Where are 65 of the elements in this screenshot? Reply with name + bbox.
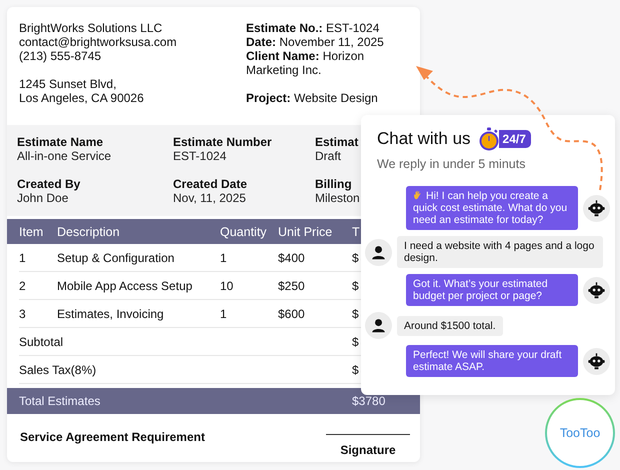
bot-message: Got it. What’s your estimated budget per project or page? bbox=[406, 274, 578, 306]
field-label: Created Date bbox=[173, 177, 248, 191]
estimate-info: Client Name: Horizon Marketing Inc. bbox=[246, 49, 366, 77]
field-value: Mileston bbox=[315, 191, 360, 205]
availability-badge: 24/7 bbox=[498, 130, 531, 148]
table-cell: $ bbox=[352, 250, 359, 264]
table-cell: 1 bbox=[220, 306, 227, 320]
table-cell: 1 bbox=[19, 250, 26, 264]
field-label: Estimat bbox=[315, 135, 358, 149]
bot-message: Hi! I can help you create a quick cost estimate. What do you need an estimate for today? bbox=[406, 186, 578, 230]
summary-label: Subtotal bbox=[19, 334, 64, 348]
company-info: contact@brightworksusa.com bbox=[19, 35, 178, 49]
person-avatar-icon bbox=[365, 238, 392, 266]
field-value: Nov, 11, 2025 bbox=[173, 191, 246, 205]
column-header: T bbox=[352, 224, 360, 238]
field-value: All-in-one Service bbox=[17, 149, 112, 163]
table-cell: 3 bbox=[19, 306, 26, 320]
summary-label: Sales Tax(8%) bbox=[19, 362, 96, 376]
summary-value: $ bbox=[352, 362, 359, 376]
column-header: Description bbox=[57, 224, 120, 238]
user-message: I need a website with 4 pages and a logo design. bbox=[397, 236, 603, 268]
company-address: Los Angeles, CA 90026 bbox=[19, 91, 145, 105]
waving-hand-icon bbox=[413, 190, 423, 200]
person-avatar-icon bbox=[365, 312, 392, 339]
chat-subtitle: We reply in under 5 minuts bbox=[376, 157, 526, 171]
field-label: Billing bbox=[315, 177, 352, 191]
chat-title: Chat with us bbox=[377, 129, 471, 149]
estimate-info: Estimate No.: EST-1024 bbox=[246, 21, 380, 35]
company-info: BrightWorks Solutions LLC bbox=[19, 21, 164, 35]
requirement-title: Service Agreement Requirement bbox=[20, 430, 205, 446]
table-cell: $600 bbox=[278, 306, 305, 320]
table-cell: $400 bbox=[278, 250, 305, 264]
table-cell: 2 bbox=[19, 278, 26, 292]
field-value: John Doe bbox=[17, 191, 68, 205]
field-label: Estimate Name bbox=[17, 135, 104, 149]
bot-message: Perfect! We will share your draft estimate ASAP. bbox=[406, 345, 578, 377]
company-info: (213) 555-8745 bbox=[19, 49, 102, 63]
table-cell: $250 bbox=[278, 278, 305, 292]
user-message: Around $1500 total. bbox=[397, 316, 503, 336]
signature-label: Signature bbox=[340, 443, 396, 457]
robot-avatar-icon bbox=[583, 194, 610, 222]
field-value: Draft bbox=[315, 149, 342, 163]
total-value: $3780 bbox=[352, 394, 386, 408]
field-label: Estimate Number bbox=[173, 135, 272, 149]
column-header: Unit Price bbox=[278, 224, 332, 238]
table-cell: $ bbox=[352, 306, 359, 320]
summary-value: $ bbox=[352, 334, 359, 348]
stopwatch-icon bbox=[476, 127, 501, 151]
estimate-info: Date: November 11, 2025 bbox=[246, 35, 385, 49]
project-info: Project: Website Design bbox=[246, 91, 379, 105]
table-cell: Mobile App Access Setup bbox=[57, 278, 192, 292]
total-label: Total Estimates bbox=[19, 394, 100, 408]
table-cell: 1 bbox=[220, 250, 227, 264]
robot-avatar-icon bbox=[583, 276, 610, 304]
field-label: Created By bbox=[17, 177, 80, 191]
column-header: Quantity bbox=[220, 224, 267, 238]
table-cell: Estimates, Invoicing bbox=[57, 306, 164, 320]
field-value: EST-1024 bbox=[173, 149, 226, 163]
table-cell: 10 bbox=[220, 278, 234, 292]
robot-avatar-icon bbox=[583, 348, 610, 374]
table-cell: Setup & Configuration bbox=[57, 250, 174, 264]
column-header: Item bbox=[19, 224, 44, 238]
table-cell: $ bbox=[352, 278, 359, 292]
brand-name: TooToo bbox=[560, 426, 600, 440]
company-address: 1245 Sunset Blvd, bbox=[19, 77, 118, 91]
